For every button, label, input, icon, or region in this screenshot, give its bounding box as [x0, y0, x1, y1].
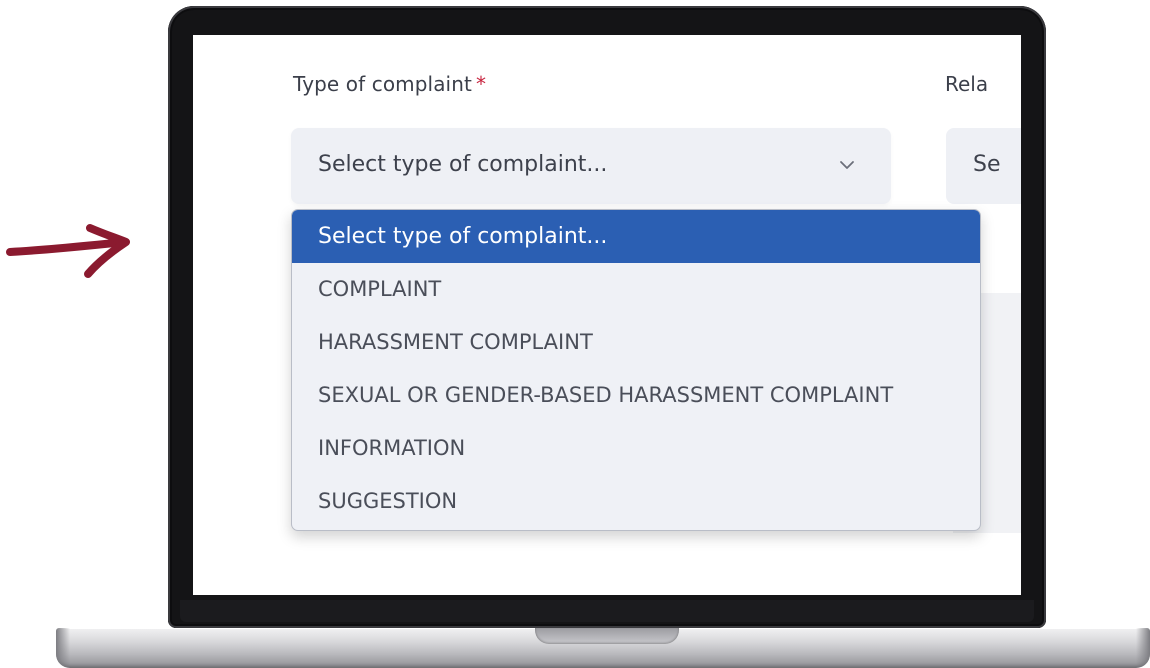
related-field-label: Rela [945, 72, 989, 96]
dropdown-option-information[interactable]: INFORMATION [292, 422, 980, 475]
type-of-complaint-label: Type of complaint * [293, 72, 486, 96]
required-marker: * [475, 72, 487, 96]
laptop-base-edge [1136, 628, 1150, 668]
dropdown-option-suggestion[interactable]: SUGGESTION [292, 475, 980, 528]
complaint-type-select[interactable]: Select type of complaint... [291, 128, 891, 204]
laptop-notch [535, 628, 679, 644]
laptop-screen: Type of complaint * Rela Select type of c… [193, 35, 1021, 595]
related-select-value: Se [973, 152, 1001, 177]
laptop-base-edge [56, 628, 70, 668]
dropdown-option-sexual-gender-harassment[interactable]: SEXUAL OR GENDER-BASED HARASSMENT COMPLA… [292, 369, 980, 422]
arrow-right-icon [6, 224, 130, 278]
label-text: Type of complaint [293, 72, 472, 96]
select-value: Select type of complaint... [318, 152, 608, 177]
dropdown-option-complaint[interactable]: COMPLAINT [292, 263, 980, 316]
related-select[interactable]: Se [946, 128, 1021, 204]
dropdown-option-placeholder[interactable]: Select type of complaint... [292, 210, 980, 263]
chevron-down-icon [840, 161, 854, 169]
complaint-type-dropdown: Select type of complaint... COMPLAINT HA… [291, 209, 981, 531]
laptop-bezel [180, 600, 1034, 622]
dropdown-option-harassment[interactable]: HARASSMENT COMPLAINT [292, 316, 980, 369]
laptop-mockup: Type of complaint * Rela Select type of c… [0, 0, 1150, 668]
